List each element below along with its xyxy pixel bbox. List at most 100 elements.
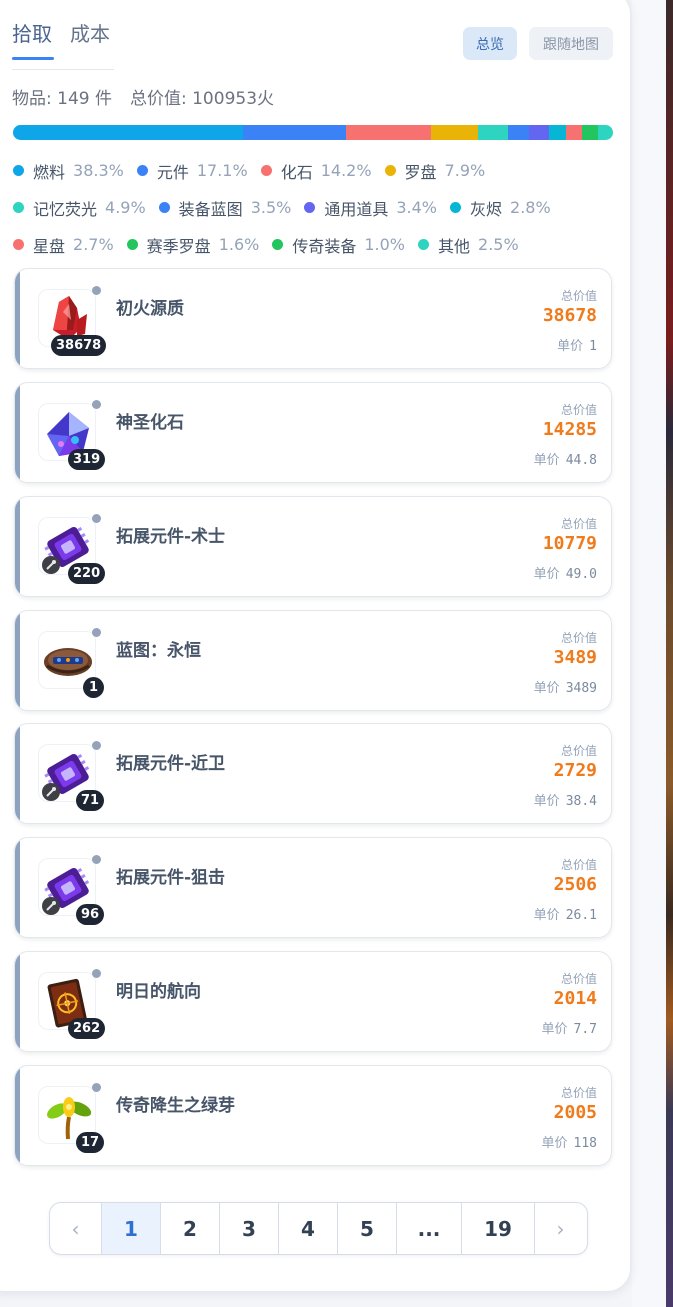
unit-price: 单价 38.4 — [534, 790, 597, 809]
loot-item-card[interactable]: 319 神圣化石 总价值 14285 单价 44.8 — [14, 382, 612, 483]
status-dot — [92, 628, 101, 637]
category-legend: 燃料 38.3% 元件 17.1% 化石 14.2% 罗盘 7.9% 记忆荧光 4.9% 装备蓝图… — [13, 152, 623, 263]
page-button-3[interactable]: 3 — [220, 1203, 279, 1254]
legend-label: 元件 — [156, 162, 189, 182]
unit-price-value: 49.0 — [565, 567, 597, 582]
legend-label: 罗盘 — [404, 162, 437, 182]
prev-page-button[interactable]: ‹ — [50, 1203, 102, 1254]
legend-item: 元件 17.1% — [136, 159, 248, 183]
total-value-amount: 2014 — [553, 988, 597, 1009]
page-gap — [632, 0, 666, 1307]
legend-label: 星盘 — [33, 236, 66, 256]
legend-item: 化石 14.2% — [260, 159, 372, 183]
legend-percent: 1.6% — [218, 235, 260, 254]
legend-percent: 38.3% — [73, 161, 124, 180]
next-page-button[interactable]: › — [535, 1203, 586, 1254]
category-distribution-bar — [13, 125, 613, 140]
unit-price: 单价 49.0 — [534, 563, 597, 582]
page-ellipsis[interactable]: ... — [397, 1203, 462, 1254]
tab-pickup[interactable]: 拾取 — [12, 18, 52, 47]
loot-item-card[interactable]: 96 拓展元件-狙击 总价值 2506 单价 26.1 — [14, 837, 612, 938]
bar-segment-化石 — [345, 125, 431, 140]
legend-item: 传奇装备 1.0% — [272, 233, 405, 257]
legend-item: 星盘 2.7% — [13, 233, 114, 257]
quantity-badge: 220 — [68, 563, 106, 584]
loot-item-card[interactable]: 1 蓝图：永恒 总价值 3489 单价 3489 — [14, 610, 612, 711]
total-value-amount: 38678 — [542, 305, 597, 326]
summary-stats: 物品: 149 件 总价值: 100953火 — [12, 84, 274, 109]
unit-price: 单价 3489 — [534, 677, 597, 696]
active-tab-indicator — [12, 57, 54, 60]
status-dot — [92, 514, 101, 523]
page-button-19[interactable]: 19 — [462, 1203, 535, 1254]
unit-price-label: 单价 — [541, 1022, 568, 1037]
loot-item-card[interactable]: 71 拓展元件-近卫 总价值 2729 单价 38.4 — [14, 723, 612, 824]
legend-item: 记忆荧光 4.9% — [13, 196, 146, 220]
unit-price: 单价 7.7 — [542, 1018, 598, 1037]
legend-percent: 14.2% — [320, 161, 372, 180]
legend-label: 灰烬 — [470, 199, 503, 219]
page-button-4[interactable]: 4 — [279, 1203, 338, 1254]
legend-percent: 2.7% — [73, 235, 114, 254]
total-value-amount: 2506 — [553, 874, 597, 895]
legend-item: 燃料 38.3% — [13, 159, 124, 183]
loot-item-card[interactable]: 220 拓展元件-术士 总价值 10779 单价 49.0 — [14, 496, 612, 597]
legend-dot — [136, 165, 148, 176]
follow-map-button[interactable]: 跟随地图 — [529, 27, 613, 60]
quantity-badge: 17 — [76, 1132, 105, 1153]
bar-segment-灰烬 — [549, 125, 567, 140]
legend-dot — [384, 165, 396, 176]
total-value-amount: 3489 — [553, 647, 597, 668]
loot-item-card[interactable]: 17 传奇降生之绿芽 总价值 2005 单价 118 — [14, 1065, 612, 1166]
legend-label: 赛季罗盘 — [146, 236, 211, 256]
legend-dot — [272, 239, 284, 250]
legend-item: 通用道具 3.4% — [304, 196, 437, 220]
total-value-amount: 2005 — [553, 1102, 597, 1123]
legend-item: 赛季罗盘 1.6% — [126, 233, 260, 257]
loot-item-card[interactable]: 262 明日的航向 总价值 2014 单价 7.7 — [14, 951, 612, 1052]
legend-label: 记忆荧光 — [33, 199, 98, 219]
page-button-5[interactable]: 5 — [338, 1203, 397, 1254]
item-name: 传奇降生之绿芽 — [116, 1096, 235, 1116]
legend-percent: 7.9% — [444, 161, 486, 180]
bar-segment-其他 — [597, 125, 613, 140]
legend-dot — [450, 202, 462, 213]
legend-dot — [13, 165, 24, 176]
legend-item: 其他 2.5% — [418, 233, 519, 257]
overview-button[interactable]: 总览 — [463, 27, 517, 60]
legend-label: 传奇装备 — [292, 236, 357, 256]
unit-price-value: 118 — [573, 1136, 597, 1151]
legend-percent: 17.1% — [196, 161, 248, 180]
legend-label: 化石 — [280, 162, 313, 182]
total-value-label: 总价值 — [560, 972, 597, 986]
legend-dot — [126, 239, 138, 250]
unit-price-value: 7.7 — [573, 1022, 597, 1037]
legend-row: 记忆荧光 4.9% 装备蓝图 3.5% 通用道具 3.4% 灰烬 2.8% — [13, 189, 623, 226]
legend-item: 灰烬 2.8% — [450, 196, 551, 220]
unit-price: 单价 1 — [557, 335, 597, 354]
total-value-label: 总价值 — [560, 1086, 597, 1100]
tab-cost[interactable]: 成本 — [70, 18, 110, 47]
page-button-2[interactable]: 2 — [161, 1203, 220, 1254]
quantity-badge: 1 — [83, 677, 104, 698]
unit-price-label: 单价 — [533, 794, 560, 809]
total-value-amount: 10779 — [542, 533, 597, 554]
item-name: 初火源质 — [116, 299, 184, 319]
unit-price-value: 38.4 — [565, 794, 597, 809]
unit-price-value: 44.8 — [565, 453, 597, 468]
unit-price: 单价 44.8 — [534, 449, 597, 468]
bar-segment-装备蓝图 — [507, 125, 529, 140]
legend-dot — [418, 239, 430, 250]
total-value-label: 总价值 — [560, 289, 597, 303]
total-value-label: 总价值 — [560, 744, 597, 758]
total-value-label: 总价值 — [560, 631, 597, 645]
loot-item-card[interactable]: 38678 初火源质 总价值 38678 单价 1 — [14, 268, 612, 369]
unit-price-value: 1 — [589, 339, 597, 354]
legend-percent: 3.5% — [250, 198, 292, 217]
page-button-1[interactable]: 1 — [102, 1203, 161, 1254]
legend-label: 其他 — [438, 236, 471, 256]
unit-price: 单价 118 — [542, 1132, 598, 1151]
status-dot — [92, 400, 101, 409]
bar-segment-通用道具 — [528, 125, 550, 140]
item-count: 物品: 149 件 — [12, 89, 112, 109]
